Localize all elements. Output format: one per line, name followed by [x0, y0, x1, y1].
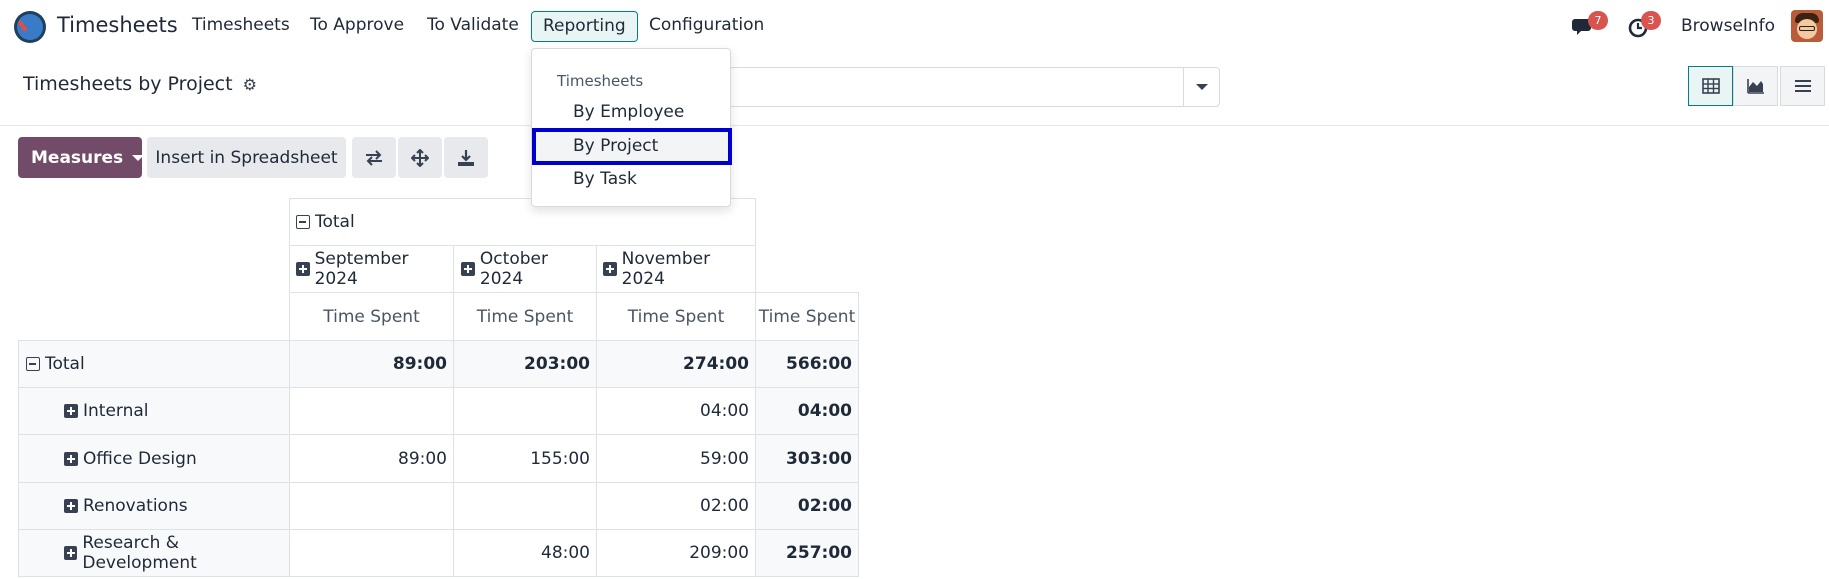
- gear-icon[interactable]: ⚙: [243, 75, 257, 94]
- col-header-month[interactable]: October 2024: [453, 245, 597, 293]
- expand-all-button[interactable]: [398, 137, 442, 178]
- pivot-cell-total[interactable]: 02:00: [755, 482, 859, 530]
- measure-header[interactable]: Time Spent: [453, 292, 597, 341]
- pivot-cell[interactable]: 89:00: [289, 434, 454, 483]
- expand-icon: [296, 262, 310, 276]
- search-options-toggle[interactable]: [1183, 68, 1219, 106]
- company-name[interactable]: BrowseInfo: [1681, 16, 1775, 36]
- pivot-cell[interactable]: [289, 529, 454, 577]
- page-title: Timesheets by Project ⚙: [23, 73, 257, 95]
- row-header[interactable]: Office Design: [18, 434, 290, 483]
- area-chart-icon: [1746, 79, 1764, 94]
- expand-icon: [64, 451, 78, 466]
- collapse-icon: [26, 357, 40, 371]
- insert-label: Insert in Spreadsheet: [155, 147, 338, 168]
- measure-header[interactable]: Time Spent: [755, 292, 859, 341]
- expand-icon: [461, 262, 475, 276]
- user-avatar[interactable]: [1791, 10, 1823, 42]
- pivot-cell-total[interactable]: 566:00: [755, 340, 859, 388]
- table-icon: [1701, 78, 1720, 94]
- page-title-text: Timesheets by Project: [23, 73, 233, 95]
- caret-down-icon: [132, 154, 145, 161]
- expand-icon: [64, 404, 78, 418]
- menu-timesheets[interactable]: Timesheets: [192, 15, 290, 35]
- row-header[interactable]: Internal: [18, 387, 290, 435]
- exchange-icon: [366, 149, 382, 166]
- list-icon: [1794, 80, 1811, 92]
- messages-badge: 7: [1588, 11, 1608, 30]
- row-header[interactable]: Research & Development: [18, 529, 290, 577]
- menu-to-validate[interactable]: To Validate: [427, 15, 519, 35]
- col-header-month[interactable]: September 2024: [289, 245, 454, 293]
- expand-icon: [64, 546, 78, 560]
- row-header-total[interactable]: Total: [18, 340, 290, 388]
- pivot-cell[interactable]: [453, 482, 597, 530]
- menu-configuration[interactable]: Configuration: [649, 15, 764, 35]
- measures-label: Measures: [31, 147, 124, 168]
- pivot-cell[interactable]: 274:00: [596, 340, 756, 388]
- measure-header[interactable]: Time Spent: [596, 292, 756, 341]
- chevron-down-icon: [1195, 84, 1208, 90]
- dropdown-item-by-employee[interactable]: By Employee: [573, 102, 684, 122]
- list-view-button[interactable]: [1780, 66, 1825, 106]
- control-panel-divider: [0, 125, 1829, 126]
- pivot-cell-total[interactable]: 257:00: [755, 529, 859, 577]
- menu-to-approve[interactable]: To Approve: [310, 15, 404, 35]
- pivot-cell[interactable]: [453, 387, 597, 435]
- measures-button[interactable]: Measures: [18, 137, 145, 178]
- search-input[interactable]: [728, 67, 1220, 107]
- graph-view-button[interactable]: [1733, 66, 1778, 106]
- download-button[interactable]: [444, 137, 488, 178]
- pivot-cell[interactable]: 48:00: [453, 529, 597, 577]
- expand-icon: [64, 499, 78, 513]
- dropdown-section-header: Timesheets: [557, 72, 644, 90]
- row-header[interactable]: Renovations: [18, 482, 290, 530]
- pivot-cell-total[interactable]: 303:00: [755, 434, 859, 483]
- arrows-icon: [411, 148, 429, 167]
- top-navbar: Timesheets Timesheets To Approve To Vali…: [0, 0, 1829, 54]
- dropdown-item-by-task[interactable]: By Task: [573, 169, 637, 189]
- pivot-cell[interactable]: 59:00: [596, 434, 756, 483]
- pivot-view-button[interactable]: [1688, 66, 1733, 106]
- collapse-icon: [296, 215, 310, 229]
- dropdown-item-by-project[interactable]: By Project: [573, 136, 658, 156]
- expand-icon: [603, 262, 617, 276]
- app-name[interactable]: Timesheets: [57, 13, 178, 37]
- reporting-dropdown-menu: Timesheets By Employee By Project By Tas…: [531, 48, 732, 207]
- timesheets-app-icon[interactable]: [14, 11, 46, 43]
- activities-badge: 3: [1641, 11, 1661, 30]
- pivot-cell[interactable]: 04:00: [596, 387, 756, 435]
- insert-in-spreadsheet-button[interactable]: Insert in Spreadsheet: [147, 137, 346, 178]
- menu-reporting[interactable]: Reporting: [531, 11, 638, 42]
- pivot-cell[interactable]: 155:00: [453, 434, 597, 483]
- flip-axis-button[interactable]: [352, 137, 396, 178]
- pivot-cell-total[interactable]: 04:00: [755, 387, 859, 435]
- pivot-cell[interactable]: 89:00: [289, 340, 454, 388]
- pivot-cell[interactable]: [289, 387, 454, 435]
- measure-header[interactable]: Time Spent: [289, 292, 454, 341]
- col-header-month[interactable]: November 2024: [596, 245, 756, 293]
- pivot-cell[interactable]: 203:00: [453, 340, 597, 388]
- download-icon: [458, 149, 474, 166]
- pivot-cell[interactable]: [289, 482, 454, 530]
- pivot-cell[interactable]: 209:00: [596, 529, 756, 577]
- pivot-cell[interactable]: 02:00: [596, 482, 756, 530]
